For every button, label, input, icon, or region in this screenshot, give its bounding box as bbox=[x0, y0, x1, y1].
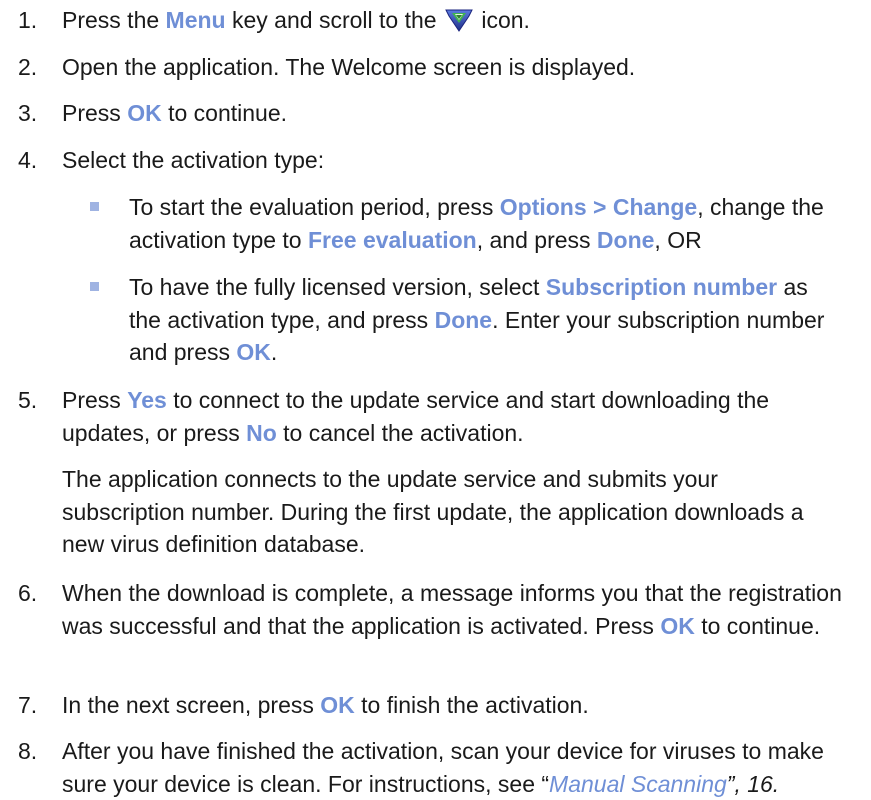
done-label: Done bbox=[434, 306, 493, 333]
bullet-text: To have the fully licensed version, sele… bbox=[129, 274, 825, 365]
step-text: In the next screen, press OK to finish t… bbox=[62, 692, 589, 718]
subscription-number-label: Subscription number bbox=[545, 274, 778, 300]
menu-key-label: Menu bbox=[165, 7, 226, 33]
bullet-square-icon bbox=[90, 282, 99, 291]
step-5-note: The application connects to the update s… bbox=[62, 466, 804, 557]
no-key-label: No bbox=[246, 419, 277, 446]
bullet-text: To start the evaluation period, press Op… bbox=[129, 194, 824, 253]
manual-scanning-link[interactable]: Manual Scanning bbox=[549, 771, 727, 797]
step-text: Select the activation type: bbox=[62, 147, 325, 173]
step-number: 2. bbox=[18, 54, 38, 80]
ok-key-label: OK bbox=[236, 339, 271, 365]
step-number: 3. bbox=[18, 100, 38, 126]
step-text: Open the application. The Welcome screen… bbox=[62, 54, 636, 80]
bullet-square-icon bbox=[90, 202, 99, 211]
options-change-label: Options > Change bbox=[499, 194, 698, 220]
ok-key-label: OK bbox=[320, 692, 355, 718]
instruction-document: 1. Press the Menu key and scroll to the … bbox=[0, 0, 871, 797]
application-shield-icon bbox=[445, 8, 473, 32]
ok-key-label: OK bbox=[127, 100, 162, 126]
step-number: 4. bbox=[18, 147, 38, 173]
yes-key-label: Yes bbox=[127, 387, 167, 413]
step-number: 7. bbox=[18, 692, 38, 718]
done-label: Done bbox=[596, 226, 655, 253]
step-number: 1. bbox=[18, 7, 38, 33]
step-text: Press the Menu key and scroll to the ico… bbox=[62, 7, 530, 33]
step-number: 6. bbox=[18, 580, 38, 606]
free-evaluation-label: Free evaluation bbox=[308, 226, 477, 253]
step-text: After you have finished the activation, … bbox=[62, 738, 824, 797]
step-number: 8. bbox=[18, 738, 38, 764]
step-text: When the download is complete, a message… bbox=[62, 580, 842, 639]
step-text: Press Yes to connect to the update servi… bbox=[62, 387, 770, 446]
step-number: 5. bbox=[18, 387, 38, 413]
step-text: Press OK to continue. bbox=[62, 100, 287, 126]
ok-key-label: OK bbox=[660, 612, 695, 639]
